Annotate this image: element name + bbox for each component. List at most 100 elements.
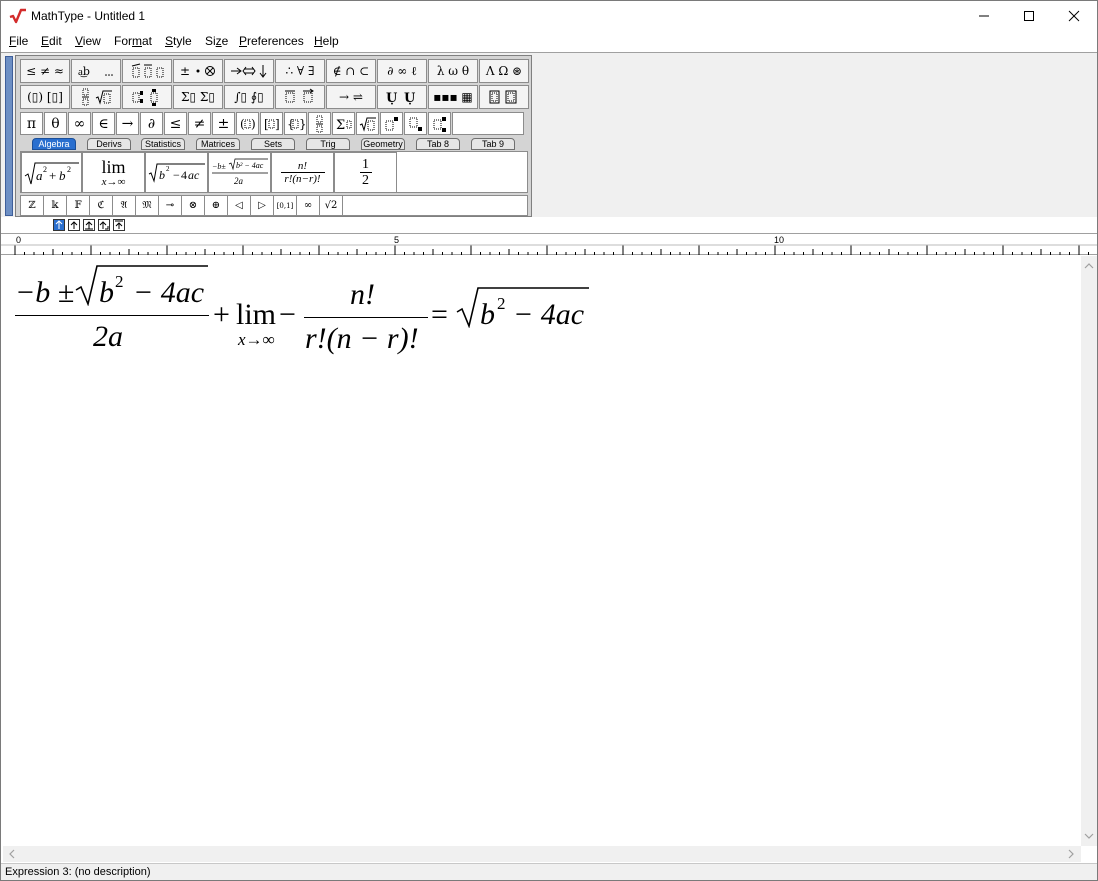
tab-trig[interactable]: Trig	[306, 138, 350, 150]
template-one-half[interactable]: 1 2	[334, 152, 397, 193]
symbol-multimap[interactable]: ⊸	[159, 196, 182, 215]
scroll-down-icon[interactable]	[1084, 832, 1094, 840]
svg-text:2: 2	[67, 165, 71, 174]
nudge-up-right-button[interactable]	[83, 219, 95, 231]
symbol-field-f[interactable]: 𝔽	[67, 196, 90, 215]
symbol-left-triangle-label: ◁	[235, 200, 243, 211]
palette-matrices[interactable]: ▪▪▪ ▦	[428, 85, 478, 109]
tab-matrices[interactable]: Matrices	[196, 138, 240, 150]
title-bar: MathType - Untitled 1	[1, 1, 1097, 31]
template-sub-superscript[interactable]	[428, 112, 451, 135]
palette-integrals[interactable]: ∫▯ ∮▯	[224, 85, 274, 109]
nudge-baseline-button[interactable]	[98, 219, 110, 231]
scroll-left-icon[interactable]	[8, 849, 16, 859]
symbol-oplus-label: ⊕	[211, 200, 221, 211]
nudge-top-button[interactable]	[113, 219, 125, 231]
palette-misc-symbols[interactable]: ∂ ∞ ℓ	[377, 59, 427, 83]
palette-fences[interactable]: (▯) [▯]	[20, 85, 70, 109]
symbol-less-equal[interactable]: ≤	[164, 112, 187, 135]
nudge-up-icon	[70, 221, 78, 229]
scroll-up-icon[interactable]	[1084, 262, 1094, 270]
tab-sets-label: Sets	[263, 139, 282, 149]
symbol-fraktur-c[interactable]: ℭ	[90, 196, 113, 215]
symbol-integers[interactable]: ℤ	[21, 196, 44, 215]
symbol-field-k[interactable]: 𝕜	[44, 196, 67, 215]
menu-view[interactable]: View	[75, 34, 101, 48]
template-braces[interactable]: {}	[284, 112, 307, 135]
symbol-fraktur-m[interactable]: 𝔐	[136, 196, 159, 215]
template-parentheses[interactable]: ()	[236, 112, 259, 135]
palette-greek-upper[interactable]: Λ Ω ⊛	[479, 59, 529, 83]
symbol-plus-minus[interactable]: ±	[212, 112, 235, 135]
menu-edit[interactable]: Edit	[41, 34, 62, 48]
symbol-infinity[interactable]: ∞	[68, 112, 91, 135]
tab-9[interactable]: Tab 9	[471, 138, 515, 150]
palette-greek-lower[interactable]: λ ω θ	[428, 59, 478, 83]
symbol-left-triangle[interactable]: ◁	[228, 196, 251, 215]
palette-operators[interactable]: ±	[173, 59, 223, 83]
horizontal-scrollbar[interactable]	[3, 846, 1081, 862]
symbol-bar-empty-slot[interactable]	[452, 112, 524, 135]
template-binomial-factorial[interactable]: n! r!(n−r)!	[271, 152, 334, 193]
symbol-right-arrow[interactable]: →	[116, 112, 139, 135]
palette-arrows[interactable]	[224, 59, 274, 83]
palette-logical[interactable]: ∴ ∀ ∃	[275, 59, 325, 83]
template-superscript[interactable]	[380, 112, 403, 135]
close-button[interactable]	[1051, 1, 1097, 31]
palette-set-theory[interactable]: ∉ ∩ ⊂	[326, 59, 376, 83]
equation-editing-area[interactable]: −b ± b 2 − 4ac 2a + lim x→∞ − n! r!(n − …	[3, 256, 1081, 846]
menu-preferences[interactable]: Preferences	[239, 34, 304, 48]
palette-subscripts[interactable]	[122, 85, 172, 109]
template-subscript[interactable]	[404, 112, 427, 135]
align-left-nudge-button[interactable]	[53, 219, 65, 231]
symbol-fraktur-a[interactable]: 𝔄	[113, 196, 136, 215]
menu-style[interactable]: Style	[165, 34, 192, 48]
maximize-button[interactable]	[1006, 1, 1052, 31]
palette-products[interactable]: ỤỤ	[377, 85, 427, 109]
template-radical[interactable]	[356, 112, 379, 135]
symbol-infinity-label: ∞	[73, 115, 86, 132]
palette-labeled-arrows[interactable]: → ⇌	[326, 85, 376, 109]
scroll-right-icon[interactable]	[1067, 849, 1075, 859]
template-summation[interactable]: Σ	[332, 112, 355, 135]
template-brackets[interactable]: []	[260, 112, 283, 135]
symbol-theta[interactable]: θ	[44, 112, 67, 135]
ruler[interactable]: 0 5 10	[1, 233, 1097, 255]
tab-statistics[interactable]: Statistics	[141, 138, 185, 150]
template-quadratic-formula[interactable]: −b± b² − 4ac 2a	[208, 152, 271, 193]
tab-sets[interactable]: Sets	[251, 138, 295, 150]
menu-help[interactable]: Help	[314, 34, 339, 48]
palette-fractions-radicals[interactable]	[71, 85, 121, 109]
palette-summations[interactable]: Σ▯ Σ▯	[173, 85, 223, 109]
menu-format[interactable]: Format	[114, 34, 152, 48]
symbol-not-equal[interactable]: ≠	[188, 112, 211, 135]
vertical-scrollbar[interactable]	[1081, 256, 1097, 846]
nudge-up-button[interactable]	[68, 219, 80, 231]
minimize-button[interactable]	[961, 1, 1007, 31]
tab-geometry[interactable]: Geometry	[361, 138, 405, 150]
palette-boxes[interactable]	[479, 85, 529, 109]
tab-8[interactable]: Tab 8	[416, 138, 460, 150]
symbol-double-infinity[interactable]: ∞	[297, 196, 320, 215]
template-fraction[interactable]	[308, 112, 331, 135]
tab-derivs[interactable]: Derivs	[87, 138, 131, 150]
menu-size[interactable]: Size	[205, 34, 228, 48]
palette-relations[interactable]: ≤ ≠ ≈	[20, 59, 70, 83]
symbol-interval[interactable]: [0,1]	[274, 196, 297, 215]
symbol-right-triangle[interactable]: ▷	[251, 196, 274, 215]
template-pythagoras[interactable]: a 2 + b 2	[21, 152, 82, 193]
template-limit[interactable]: lim x→∞	[82, 152, 145, 193]
palette-bars[interactable]	[275, 85, 325, 109]
symbol-sqrt2[interactable]: √2	[320, 196, 343, 215]
menu-file[interactable]: File	[9, 34, 28, 48]
palette-spaces-ellipses[interactable]: a͜b	[71, 59, 121, 83]
symbol-otimes[interactable]: ⊗	[182, 196, 205, 215]
symbol-oplus[interactable]: ⊕	[205, 196, 228, 215]
tab-algebra[interactable]: Algebra	[32, 138, 76, 150]
symbol-pi[interactable]: π	[20, 112, 43, 135]
toolbar-grip-handle[interactable]	[5, 56, 13, 216]
symbol-element-of[interactable]: ∈	[92, 112, 115, 135]
template-discriminant[interactable]: b 2 − 4 ac	[145, 152, 208, 193]
symbol-partial[interactable]: ∂	[140, 112, 163, 135]
palette-embellishments[interactable]	[122, 59, 172, 83]
